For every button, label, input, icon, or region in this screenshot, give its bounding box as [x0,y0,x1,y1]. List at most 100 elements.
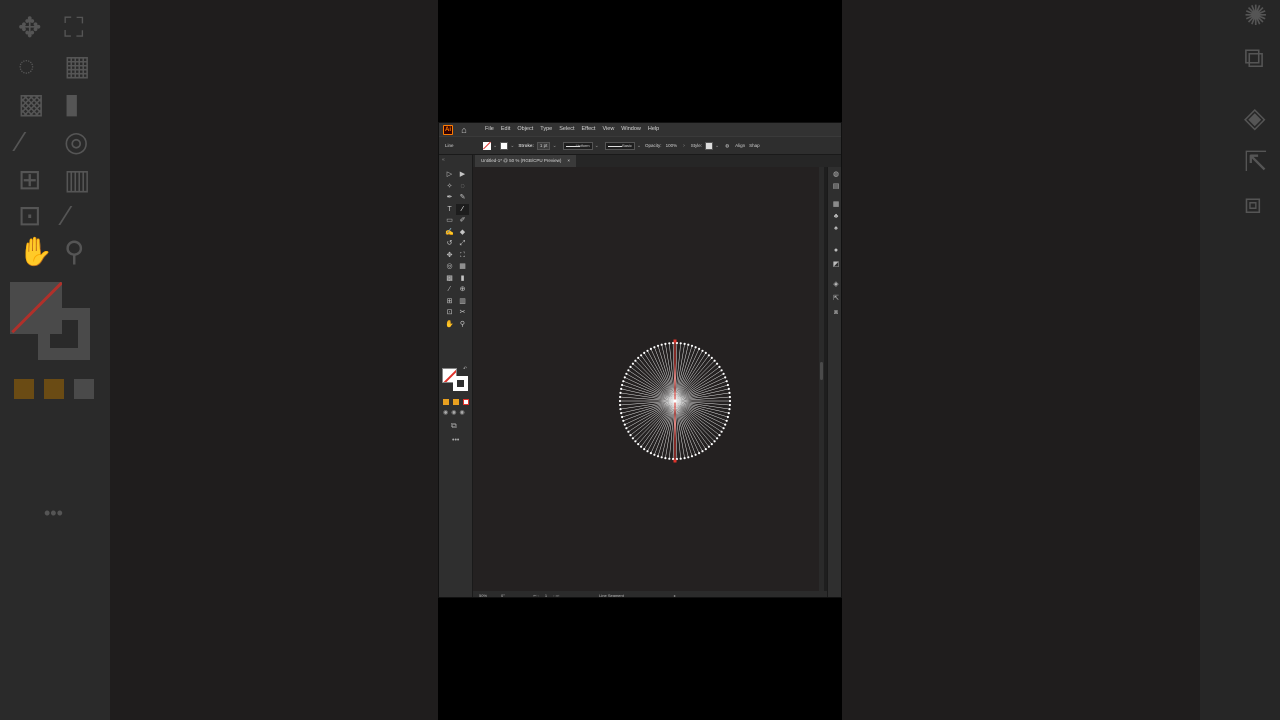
artboard-nav-icon[interactable]: ⏮ ‹ [533,593,539,598]
burst-line [674,400,718,439]
symbol-sprayer-icon[interactable]: ⊞ [443,296,456,308]
rotate-tool-icon[interactable]: ↺ [443,238,456,250]
chevron-down-icon[interactable]: ⌄ [595,143,599,149]
artboard-nav-next-icon[interactable]: › ⏭ [553,593,559,598]
anchor-point [713,440,716,443]
export-icon[interactable]: ⇱ [832,295,840,303]
recolor-icon[interactable]: ◍ [725,143,729,149]
menu-edit[interactable]: Edit [501,123,510,136]
hand-tool-icon[interactable]: ✋ [443,319,456,331]
paintbrush-tool-icon[interactable]: ✐ [456,215,469,227]
menu-object[interactable]: Object [517,123,533,136]
chevron-down-icon[interactable]: ⌄ [715,143,719,149]
style-swatch[interactable] [705,141,714,150]
menu-type[interactable]: Type [540,123,552,136]
mesh-tool-icon[interactable]: ▩ [443,273,456,285]
brushes-icon[interactable]: ♣ [832,213,840,221]
gradient-tool-icon[interactable]: ▮ [456,273,469,285]
selected-anchor-handle[interactable] [673,459,677,463]
symbols-icon[interactable]: ♠ [832,225,840,233]
more-tools-icon[interactable]: ••• [452,437,459,444]
selection-tool-icon[interactable]: ▷ [443,169,456,181]
chevron-down-icon[interactable]: ⌄ [493,143,497,149]
color-mode-swatch[interactable] [443,399,449,405]
gradient-mode-swatch[interactable] [453,399,459,405]
burst-line [674,357,712,402]
collapse-icon[interactable]: « [442,157,445,163]
shaper-tool-icon[interactable]: ✍ [443,227,456,239]
stroke-swatch[interactable] [453,376,468,391]
opacity-label[interactable]: Opacity: [645,143,662,148]
properties-icon[interactable]: ◍ [832,171,840,179]
swap-icon[interactable]: ↶ [463,366,467,372]
width-tool-icon[interactable]: ✥ [443,250,456,262]
zoom-tool-icon[interactable]: ⚲ [456,319,469,331]
chevron-down-icon[interactable]: ⌄ [637,143,641,149]
chevron-down-icon[interactable]: ⌄ [552,143,556,149]
libraries-icon[interactable]: ▤ [832,183,840,191]
direct-selection-tool-icon[interactable]: ▶ [456,169,469,181]
burst-line [638,357,676,402]
menu-help[interactable]: Help [648,123,659,136]
graphic-styles-icon[interactable]: ◩ [832,261,840,269]
rectangle-tool-icon[interactable]: ▭ [443,215,456,227]
type-tool-icon[interactable]: T [443,204,456,216]
artboard-number[interactable]: 1 [545,593,547,598]
selected-anchor-handle[interactable] [673,339,677,343]
line-segment-tool-icon[interactable]: ⁄ [456,203,469,215]
scale-tool-icon[interactable]: ⤢ [456,238,469,250]
document-tab[interactable]: Untitled-1* @ 50 % (RGB/CPU Preview) × [475,155,576,167]
chevron-down-icon[interactable]: ⌄ [510,143,514,149]
menu-effect[interactable]: Effect [582,123,596,136]
none-mode-swatch[interactable] [463,399,469,405]
magic-wand-icon[interactable]: ✧ [443,181,456,193]
slice-tool-icon[interactable]: ✂ [456,307,469,319]
menu-window[interactable]: Window [621,123,641,136]
anchor-point [720,369,723,372]
eraser-tool-icon[interactable]: ◆ [456,227,469,239]
rotation-field[interactable]: 0° [501,593,505,598]
home-icon[interactable]: ⌂ [459,125,469,135]
artboards-icon[interactable]: ⧈ [832,309,840,317]
eyedropper-tool-icon[interactable]: ⁄ [443,284,456,296]
brush-definition[interactable]: Basic [604,141,635,150]
draw-modes-icons[interactable]: ◉◉◉ [443,409,468,416]
menu-view[interactable]: View [602,123,614,136]
starburst-artwork[interactable] [617,339,733,463]
tools-grid: ▷ ▶ ✧ ◌ ✒ ✎ T ⁄ ▭ ✐ ✍ ◆ ↺ ⤢ ✥ ⛶ ◎ ▦ ▩ ▮ [443,169,469,330]
anchor-point [653,346,656,349]
menu-select[interactable]: Select [559,123,574,136]
perspective-grid-icon[interactable]: ▦ [456,261,469,273]
anchor-point [690,344,694,347]
vertical-scrollbar[interactable] [819,167,824,591]
graph-tool-icon[interactable]: ▥ [456,296,469,308]
artboard-tool-icon[interactable]: ⊡ [443,307,456,319]
menu-file[interactable]: File [485,123,494,136]
fill-stroke-widget[interactable]: ↶ [442,366,470,392]
zoom-field[interactable]: 50% [479,593,487,598]
shape-label[interactable]: Shap [749,143,760,148]
change-screen-mode-icon[interactable]: ⧉ [451,421,457,431]
bg-mesh-icon: ▩ [18,88,45,119]
opacity-value[interactable]: 100% [666,143,678,148]
curvature-tool-icon[interactable]: ✎ [456,192,469,204]
artboard-canvas[interactable] [473,167,819,591]
layers-icon[interactable]: ◈ [832,281,840,289]
stroke-weight-field[interactable]: 1 pt [536,141,551,150]
status-arrow-icon[interactable]: ▸ [674,593,676,598]
free-transform-icon[interactable]: ⛶ [456,250,469,262]
close-icon[interactable]: × [567,155,570,167]
pen-tool-icon[interactable]: ✒ [443,192,456,204]
scroll-thumb[interactable] [820,362,823,380]
appearance-icon[interactable]: ● [832,247,840,255]
variable-width-profile[interactable]: Uniform [562,141,593,150]
shape-builder-icon[interactable]: ◎ [443,261,456,273]
fill-swatch-control[interactable] [483,141,491,150]
blend-tool-icon[interactable]: ⊕ [456,284,469,296]
bg-stroke-swatch [38,308,90,360]
swatches-icon[interactable]: ▦ [832,201,840,209]
align-label[interactable]: Align [735,143,745,148]
chevron-right-icon[interactable]: › [683,143,685,149]
lasso-icon[interactable]: ◌ [456,181,469,193]
stroke-swatch-control[interactable] [500,141,509,150]
